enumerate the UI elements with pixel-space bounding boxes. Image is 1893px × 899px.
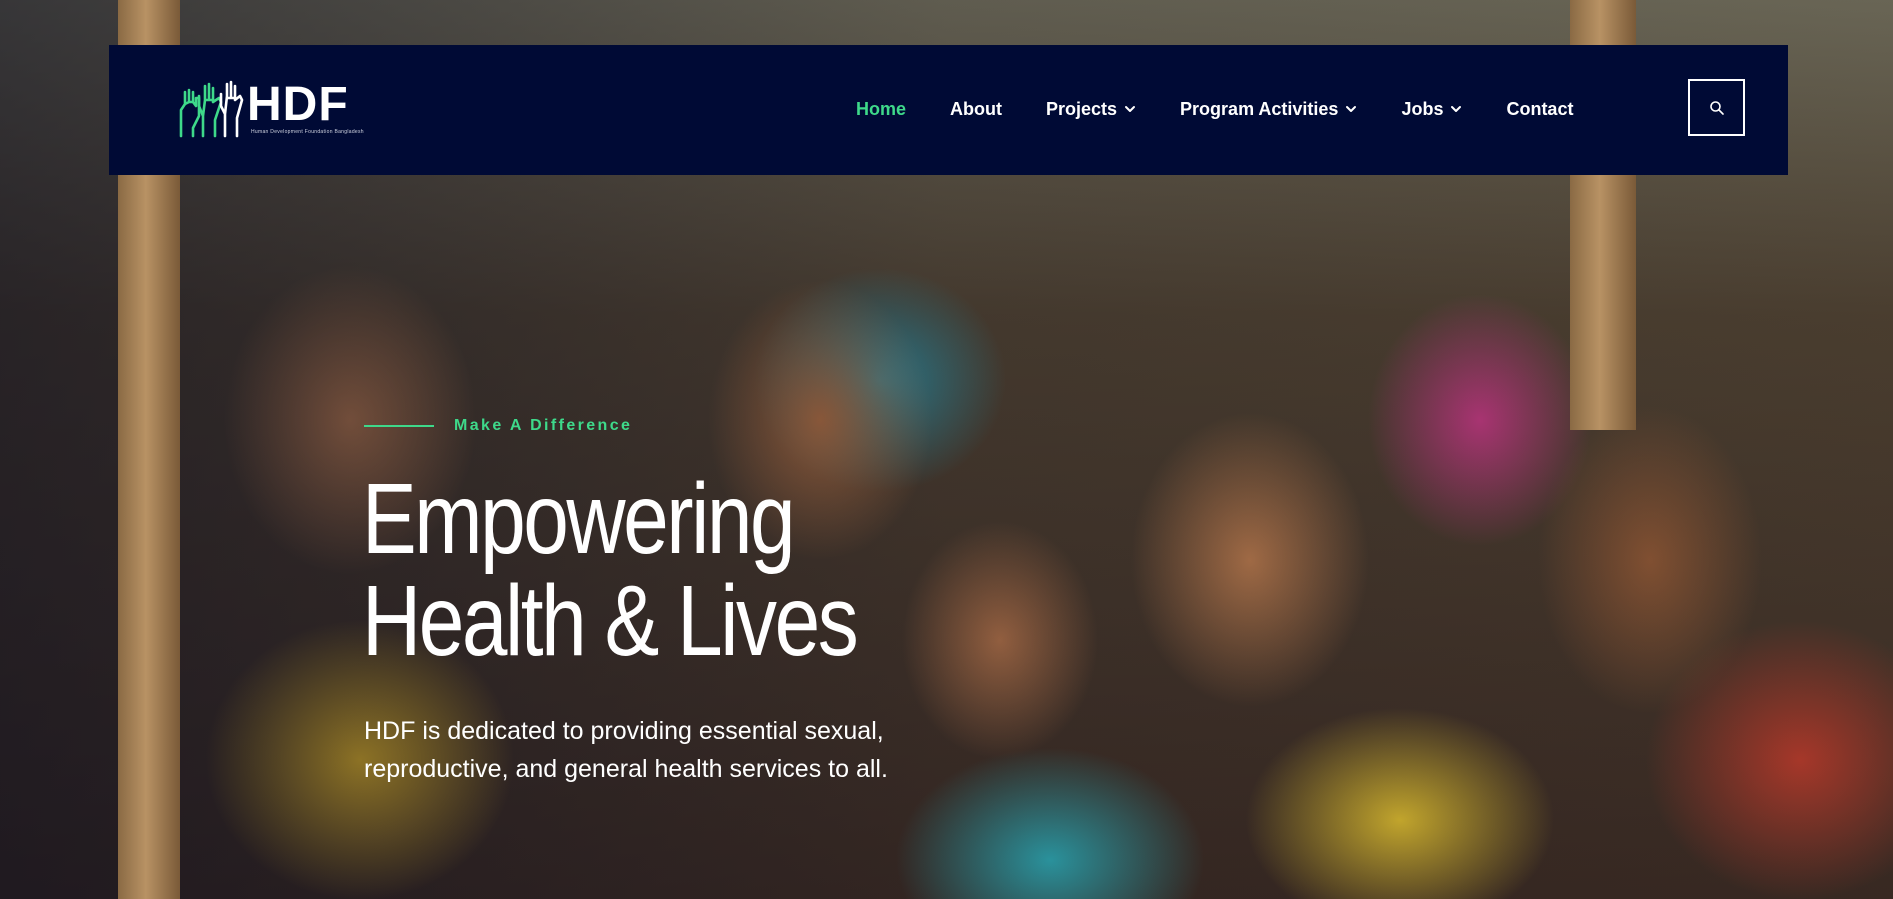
nav-item-projects[interactable]: Projects (1046, 99, 1136, 120)
site-logo[interactable]: HDF Human Development Foundation Banglad… (175, 76, 375, 140)
raised-hands-icon (179, 80, 244, 138)
hero-description: HDF is dedicated to providing essential … (364, 717, 888, 783)
nav-item-jobs[interactable]: Jobs (1401, 99, 1462, 120)
nav-menu: Home About Projects Program Activities J… (856, 95, 1573, 123)
chevron-down-icon (1346, 106, 1357, 112)
main-navbar: HDF Human Development Foundation Banglad… (109, 45, 1788, 175)
chevron-down-icon (1125, 106, 1136, 112)
nav-item-label: Jobs (1401, 98, 1444, 119)
nav-item-label: Program Activities (1180, 98, 1339, 119)
nav-item-label: Home (856, 98, 907, 119)
brand-tagline: Human Development Foundation Bangladesh (251, 129, 364, 135)
search-button[interactable] (1688, 79, 1745, 136)
eyebrow-divider (364, 425, 434, 427)
nav-item-program-activities[interactable]: Program Activities (1180, 99, 1357, 120)
headline-line-2: Health & Lives (362, 565, 859, 677)
headline-line-1: Empowering (362, 463, 796, 575)
nav-item-label: Projects (1046, 98, 1118, 119)
eyebrow-text: Make A Difference (454, 417, 633, 434)
chevron-down-icon (1451, 106, 1462, 112)
search-icon (1709, 100, 1724, 115)
nav-item-label: Contact (1506, 98, 1574, 119)
brand-name: HDF (247, 78, 349, 131)
nav-item-about[interactable]: About (950, 99, 1002, 120)
nav-item-contact[interactable]: Contact (1506, 99, 1573, 120)
nav-item-label: About (950, 98, 1002, 119)
hero-headline: Empowering Health & Lives (362, 468, 936, 672)
hero-eyebrow: Make A Difference (364, 417, 632, 435)
nav-item-home[interactable]: Home (856, 99, 906, 120)
